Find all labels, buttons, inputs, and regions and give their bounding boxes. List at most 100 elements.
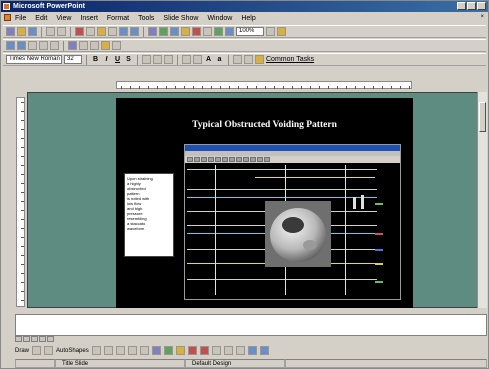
zoom-dropdown[interactable]: 100% xyxy=(236,27,264,36)
ruler-tick xyxy=(130,86,131,89)
slide-sorter-icon[interactable] xyxy=(39,336,46,342)
decrease-font-icon[interactable]: a xyxy=(215,56,224,63)
grayscale-icon[interactable] xyxy=(225,27,234,36)
slide-title[interactable]: Typical Obstructed Voiding Pattern xyxy=(116,120,413,130)
font-size-dropdown[interactable]: 32 xyxy=(64,55,82,64)
numbering-icon[interactable] xyxy=(182,55,191,64)
new-icon[interactable] xyxy=(6,27,15,36)
embedded-toolbar xyxy=(185,156,400,163)
3d-icon[interactable] xyxy=(259,346,269,355)
menu-edit[interactable]: Edit xyxy=(35,15,47,22)
bullets-icon[interactable] xyxy=(193,55,202,64)
vertical-ruler[interactable] xyxy=(16,97,25,307)
vertical-scrollbar[interactable] xyxy=(477,92,487,308)
demote-icon[interactable] xyxy=(244,55,253,64)
select-objects-icon[interactable] xyxy=(32,346,42,355)
slide-view-icon[interactable] xyxy=(31,336,38,342)
forward-icon[interactable] xyxy=(17,41,26,50)
align-center-icon[interactable] xyxy=(153,55,162,64)
slide-show-icon[interactable] xyxy=(47,336,54,342)
minimize-button[interactable] xyxy=(457,2,466,10)
back-icon[interactable] xyxy=(6,41,15,50)
oval-icon[interactable] xyxy=(127,346,137,355)
wordart-icon[interactable] xyxy=(151,346,161,355)
align-right-icon[interactable] xyxy=(164,55,173,64)
increase-font-icon[interactable]: A xyxy=(204,56,213,63)
expand-all-icon[interactable] xyxy=(203,27,212,36)
menu-view[interactable]: View xyxy=(56,15,71,22)
home-icon[interactable] xyxy=(50,41,59,50)
document-close-icon[interactable]: × xyxy=(480,14,484,20)
paste-icon[interactable] xyxy=(97,27,106,36)
undo-icon[interactable] xyxy=(119,27,128,36)
print-icon[interactable] xyxy=(46,27,55,36)
hyperlink-icon[interactable] xyxy=(148,27,157,36)
text-box-icon[interactable] xyxy=(139,346,149,355)
document-icon[interactable] xyxy=(4,14,11,21)
copy-icon[interactable] xyxy=(86,27,95,36)
draw-menu-button[interactable]: Draw xyxy=(15,348,29,354)
search-web-icon[interactable] xyxy=(68,41,77,50)
chevron-down-icon[interactable] xyxy=(266,27,275,36)
align-left-icon[interactable] xyxy=(142,55,151,64)
animation-effects-icon[interactable] xyxy=(255,55,264,64)
notes-pane[interactable] xyxy=(15,314,487,336)
trace-line xyxy=(255,177,375,178)
new-slide-icon[interactable] xyxy=(192,27,201,36)
caption-text-box[interactable]: Upon straining a highly obstructed pattern i… xyxy=(124,173,174,257)
insert-chart-icon[interactable] xyxy=(181,27,190,36)
open-icon[interactable] xyxy=(17,27,26,36)
maximize-button[interactable] xyxy=(467,2,476,10)
arrow-style-icon[interactable] xyxy=(235,346,245,355)
line-icon[interactable] xyxy=(91,346,101,355)
insert-table-icon[interactable] xyxy=(170,27,179,36)
bold-icon[interactable]: B xyxy=(91,56,100,63)
address-icon[interactable] xyxy=(112,41,121,50)
rectangle-icon[interactable] xyxy=(115,346,125,355)
dash-style-icon[interactable] xyxy=(223,346,233,355)
show-only-web-toolbar-icon[interactable] xyxy=(101,41,110,50)
tables-borders-icon[interactable] xyxy=(159,27,168,36)
free-rotate-icon[interactable] xyxy=(44,346,54,355)
fill-color-icon[interactable] xyxy=(175,346,185,355)
close-button[interactable] xyxy=(477,2,486,10)
spelling-icon[interactable] xyxy=(57,27,66,36)
menu-help[interactable]: Help xyxy=(241,15,255,22)
menu-slide-show[interactable]: Slide Show xyxy=(163,15,198,22)
menu-format[interactable]: Format xyxy=(107,15,129,22)
menu-window[interactable]: Window xyxy=(207,15,232,22)
promote-icon[interactable] xyxy=(233,55,242,64)
shadow-icon[interactable]: S xyxy=(124,56,133,63)
save-icon[interactable] xyxy=(28,27,37,36)
scrollbar-thumb[interactable] xyxy=(479,102,486,132)
ruler-tick xyxy=(21,264,24,265)
autoshapes-button[interactable]: AutoShapes xyxy=(56,348,89,354)
font-color-icon[interactable] xyxy=(199,346,209,355)
horizontal-ruler[interactable] xyxy=(116,81,412,89)
menu-insert[interactable]: Insert xyxy=(80,15,98,22)
menu-file[interactable]: File xyxy=(15,15,26,22)
line-style-icon[interactable] xyxy=(211,346,221,355)
office-assistant-icon[interactable] xyxy=(277,27,286,36)
refresh-icon[interactable] xyxy=(39,41,48,50)
arrow-icon[interactable] xyxy=(103,346,113,355)
clip-art-icon[interactable] xyxy=(163,346,173,355)
stop-icon[interactable] xyxy=(28,41,37,50)
font-dropdown[interactable]: Times New Roman xyxy=(6,55,62,64)
italic-icon[interactable]: I xyxy=(102,56,111,63)
redo-icon[interactable] xyxy=(130,27,139,36)
common-tasks-button[interactable]: Common Tasks xyxy=(266,56,314,63)
cut-icon[interactable] xyxy=(75,27,84,36)
menu-tools[interactable]: Tools xyxy=(138,15,154,22)
embedded-screenshot[interactable] xyxy=(184,144,401,300)
normal-view-icon[interactable] xyxy=(15,336,22,342)
show-formatting-icon[interactable] xyxy=(214,27,223,36)
format-painter-icon[interactable] xyxy=(108,27,117,36)
shadow-icon[interactable] xyxy=(247,346,257,355)
slide-canvas[interactable]: Typical Obstructed Voiding Pattern Upon … xyxy=(116,98,413,308)
outline-view-icon[interactable] xyxy=(23,336,30,342)
go-icon[interactable] xyxy=(90,41,99,50)
underline-icon[interactable]: U xyxy=(113,56,122,63)
line-color-icon[interactable] xyxy=(187,346,197,355)
favorites-icon[interactable] xyxy=(79,41,88,50)
